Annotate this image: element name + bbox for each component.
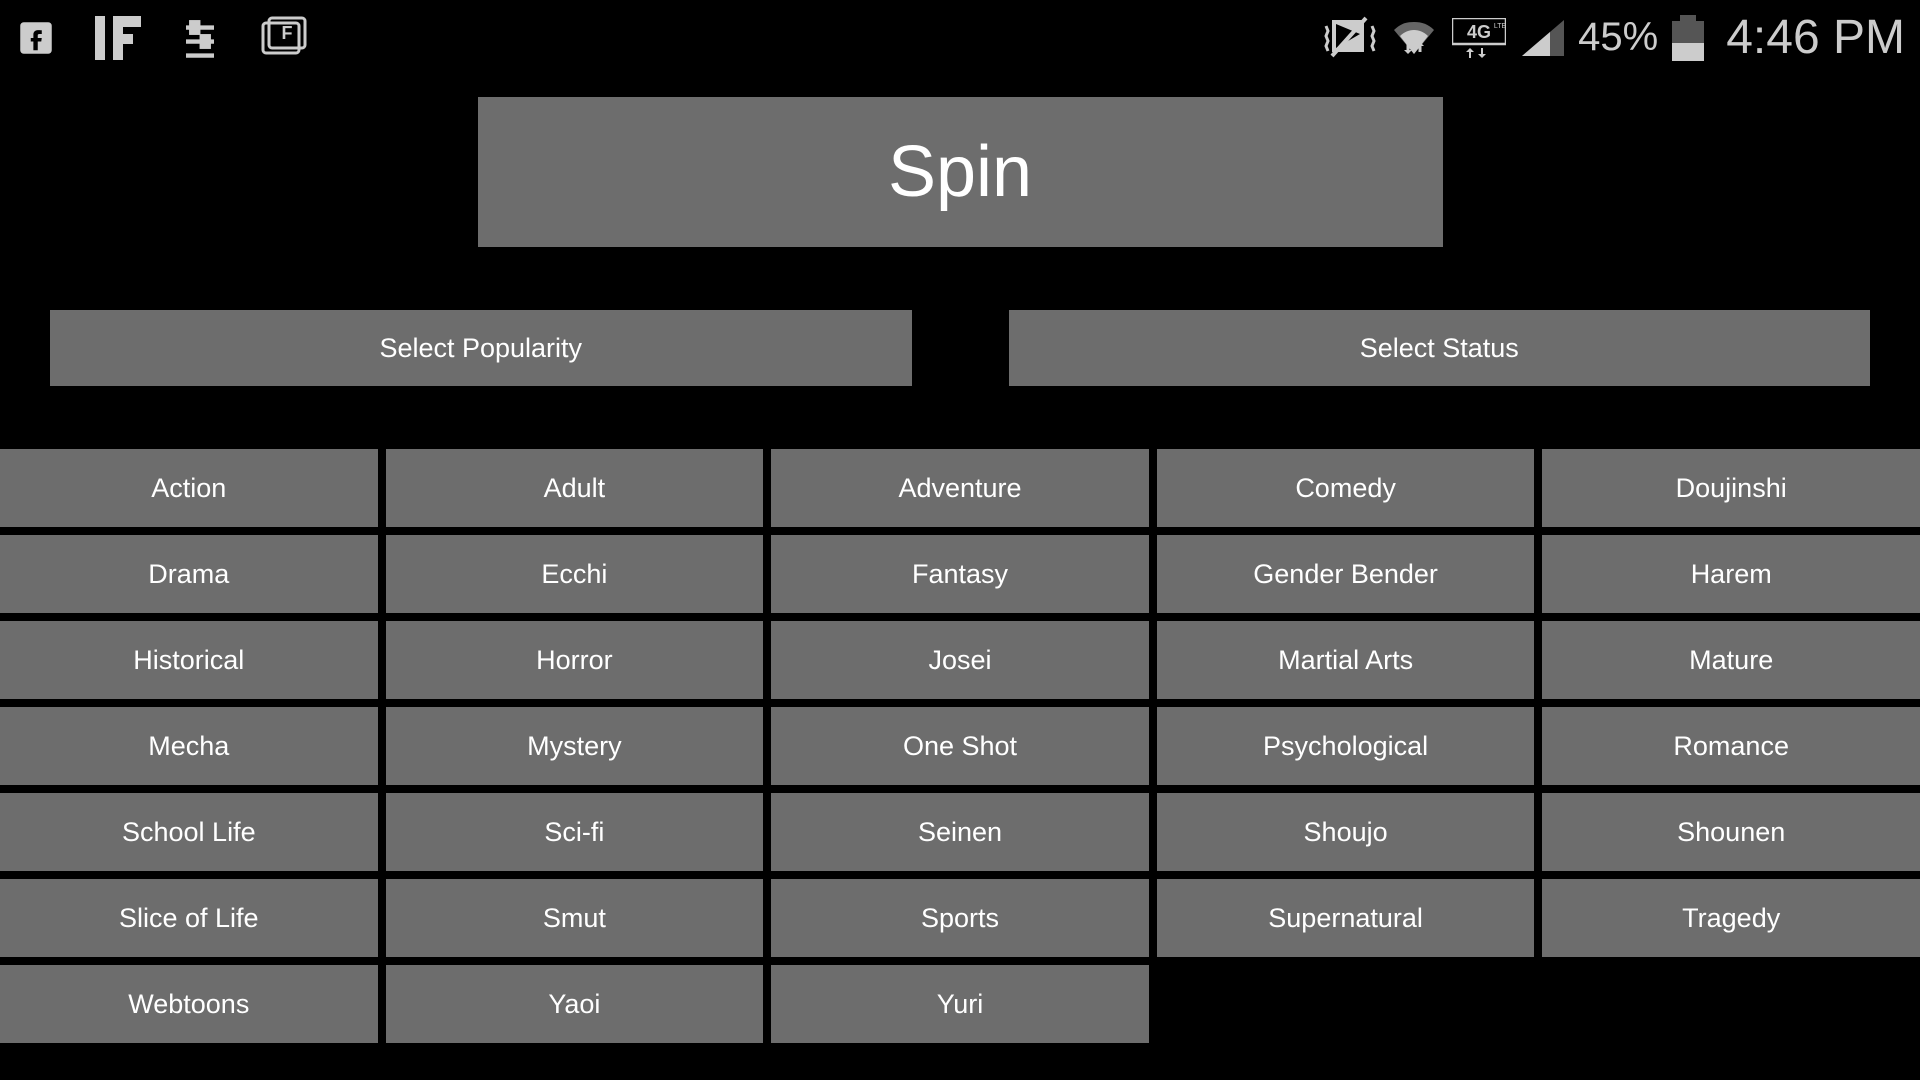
- select-popularity-label: Select Popularity: [379, 333, 582, 364]
- genre-button-drama[interactable]: Drama: [0, 535, 378, 613]
- genre-label: Seinen: [918, 817, 1002, 848]
- wifi-icon: [1390, 18, 1438, 58]
- genre-label: Smut: [543, 903, 606, 934]
- genre-label: Action: [151, 473, 226, 504]
- genre-button-martial-arts[interactable]: Martial Arts: [1157, 621, 1535, 699]
- genre-label: Supernatural: [1268, 903, 1423, 934]
- genre-label: Fantasy: [912, 559, 1008, 590]
- genre-button-gender-bender[interactable]: Gender Bender: [1157, 535, 1535, 613]
- battery-icon: [1672, 15, 1704, 61]
- genre-label: Doujinshi: [1676, 473, 1787, 504]
- main-content: Spin Select Popularity Select Status Act…: [0, 75, 1920, 1043]
- spin-button[interactable]: Spin: [478, 97, 1443, 247]
- genre-label: Drama: [148, 559, 229, 590]
- genre-label: Psychological: [1263, 731, 1428, 762]
- genre-label: Shounen: [1677, 817, 1785, 848]
- genre-button-doujinshi[interactable]: Doujinshi: [1542, 449, 1920, 527]
- select-status-button[interactable]: Select Status: [1009, 310, 1871, 386]
- genre-button-tragedy[interactable]: Tragedy: [1542, 879, 1920, 957]
- status-right-icons: 4G LTE 45% 4:46 PM: [1324, 10, 1905, 65]
- genre-label: Webtoons: [128, 989, 249, 1020]
- genre-button-josei[interactable]: Josei: [771, 621, 1149, 699]
- genre-label: Josei: [928, 645, 991, 676]
- genre-button-shoujo[interactable]: Shoujo: [1157, 793, 1535, 871]
- genre-button-yuri[interactable]: Yuri: [771, 965, 1149, 1043]
- genre-button-webtoons[interactable]: Webtoons: [0, 965, 378, 1043]
- genre-label: Tragedy: [1682, 903, 1780, 934]
- genre-label: Ecchi: [541, 559, 607, 590]
- genre-button-romance[interactable]: Romance: [1542, 707, 1920, 785]
- genre-label: Mystery: [527, 731, 622, 762]
- genre-button-ecchi[interactable]: Ecchi: [386, 535, 764, 613]
- genre-label: Adult: [544, 473, 606, 504]
- genre-label: Comedy: [1295, 473, 1396, 504]
- genre-label: Romance: [1673, 731, 1789, 762]
- signal-icon: [1520, 18, 1564, 58]
- genre-button-psychological[interactable]: Psychological: [1157, 707, 1535, 785]
- battery-percentage: 45%: [1578, 15, 1658, 60]
- genre-label: Adventure: [898, 473, 1021, 504]
- genre-label: Sci-fi: [544, 817, 604, 848]
- genre-button-seinen[interactable]: Seinen: [771, 793, 1149, 871]
- genre-button-mature[interactable]: Mature: [1542, 621, 1920, 699]
- genre-button-mecha[interactable]: Mecha: [0, 707, 378, 785]
- if-icon: [95, 16, 141, 60]
- genre-label: Horror: [536, 645, 613, 676]
- status-bar: F 4G LTE: [0, 0, 1920, 75]
- genre-button-action[interactable]: Action: [0, 449, 378, 527]
- genre-button-slice-of-life[interactable]: Slice of Life: [0, 879, 378, 957]
- genre-button-horror[interactable]: Horror: [386, 621, 764, 699]
- select-popularity-button[interactable]: Select Popularity: [50, 310, 912, 386]
- genre-button-adult[interactable]: Adult: [386, 449, 764, 527]
- genre-button-yaoi[interactable]: Yaoi: [386, 965, 764, 1043]
- genre-button-adventure[interactable]: Adventure: [771, 449, 1149, 527]
- genre-label: Harem: [1691, 559, 1772, 590]
- genre-label: Martial Arts: [1278, 645, 1413, 676]
- genre-button-comedy[interactable]: Comedy: [1157, 449, 1535, 527]
- genre-button-one-shot[interactable]: One Shot: [771, 707, 1149, 785]
- genre-label: Gender Bender: [1253, 559, 1438, 590]
- genre-label: Slice of Life: [119, 903, 259, 934]
- genre-button-shounen[interactable]: Shounen: [1542, 793, 1920, 871]
- genre-label: Mature: [1689, 645, 1773, 676]
- svg-text:4G: 4G: [1467, 22, 1491, 42]
- spin-button-label: Spin: [888, 131, 1032, 213]
- genre-button-sci-fi[interactable]: Sci-fi: [386, 793, 764, 871]
- genre-label: Historical: [133, 645, 244, 676]
- genre-button-smut[interactable]: Smut: [386, 879, 764, 957]
- select-status-label: Select Status: [1360, 333, 1519, 364]
- status-left-icons: F: [15, 15, 307, 61]
- genre-button-mystery[interactable]: Mystery: [386, 707, 764, 785]
- clock: 4:46 PM: [1726, 10, 1905, 65]
- genre-label: Shoujo: [1304, 817, 1388, 848]
- genre-label: Yuri: [937, 989, 984, 1020]
- selector-row: Select Popularity Select Status: [0, 310, 1920, 386]
- facebook-icon: [15, 17, 57, 59]
- genre-button-supernatural[interactable]: Supernatural: [1157, 879, 1535, 957]
- genre-button-school-life[interactable]: School Life: [0, 793, 378, 871]
- svg-text:F: F: [282, 23, 293, 43]
- genre-label: School Life: [122, 817, 256, 848]
- sliders-icon: [179, 17, 221, 59]
- genre-button-fantasy[interactable]: Fantasy: [771, 535, 1149, 613]
- genre-button-historical[interactable]: Historical: [0, 621, 378, 699]
- genre-button-sports[interactable]: Sports: [771, 879, 1149, 957]
- vibrate-icon: [1324, 16, 1376, 60]
- genre-label: Mecha: [148, 731, 229, 762]
- genre-button-harem[interactable]: Harem: [1542, 535, 1920, 613]
- genre-label: One Shot: [903, 731, 1017, 762]
- genre-grid: Action Adult Adventure Comedy Doujinshi Drama…: [0, 449, 1920, 1043]
- genre-label: Sports: [921, 903, 999, 934]
- svg-text:LTE: LTE: [1494, 23, 1506, 30]
- genre-label: Yaoi: [548, 989, 600, 1020]
- flashcard-icon: F: [259, 15, 307, 61]
- 4g-icon: 4G LTE: [1452, 18, 1506, 58]
